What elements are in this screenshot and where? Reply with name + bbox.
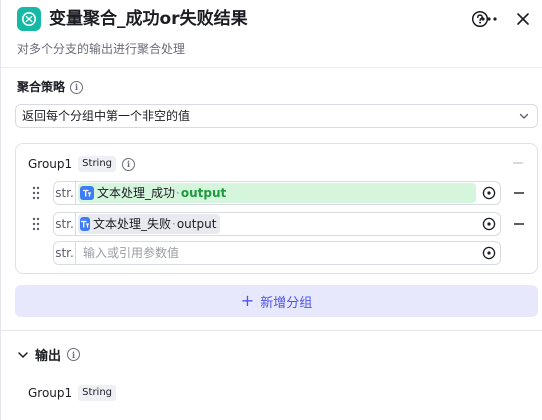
variable-reference-icon[interactable] — [482, 246, 496, 260]
remove-group-icon — [513, 162, 523, 164]
ref-separator: · — [176, 186, 180, 200]
node-title[interactable]: 变量聚合_成功or失败结果 — [49, 6, 248, 32]
chevron-down-icon — [519, 113, 529, 119]
variable-merge-icon — [17, 7, 41, 31]
strategy-select[interactable]: 返回每个分组中第一个非空的值 — [15, 104, 538, 128]
strategy-label: 聚合策略 i — [17, 78, 84, 96]
close-icon[interactable] — [512, 8, 534, 30]
chevron-down-icon[interactable] — [17, 349, 29, 361]
variable-input[interactable]: str. 输入或引用参数值 — [53, 241, 501, 265]
node-description[interactable]: 对多个分支的输出进行聚合处理 — [17, 40, 185, 58]
variable-reference-icon[interactable] — [482, 186, 496, 200]
output-label: 输出 — [35, 349, 62, 364]
group-name[interactable]: Group1 — [28, 157, 72, 171]
type-tag: str. — [54, 182, 76, 204]
section-divider — [1, 330, 542, 331]
more-dots[interactable] — [478, 8, 500, 30]
node-config-panel: 变量聚合_成功or失败结果 对多个分支的输出进行聚合处理 聚合策略 i 返回每个… — [0, 0, 542, 420]
ref-variable-name: output — [176, 217, 217, 231]
variable-input[interactable]: str. 文本处理_失败 · output — [53, 212, 501, 236]
variable-row: str. 文本处理_成功 · output — [28, 181, 527, 205]
panel-header: 变量聚合_成功or失败结果 对多个分支的输出进行聚合处理 — [1, 0, 542, 68]
type-tag: str. — [54, 242, 76, 264]
variable-row: str. 文本处理_失败 · output — [28, 212, 527, 236]
output-section-header[interactable]: 输出 i — [17, 345, 81, 364]
add-group-button[interactable]: + 新增分组 — [15, 285, 538, 317]
type-badge: String — [78, 385, 117, 401]
variable-input-placeholder: 输入或引用参数值 — [83, 246, 180, 260]
type-badge: String — [78, 156, 117, 172]
output-item: Group1 String — [28, 385, 117, 401]
ref-variable-name: output — [180, 186, 227, 200]
plus-icon: + — [240, 291, 255, 310]
text-process-icon — [80, 186, 94, 200]
strategy-selected-value: 返回每个分组中第一个非空的值 — [22, 109, 191, 123]
strategy-label-text: 聚合策略 — [17, 80, 66, 94]
ref-separator: · — [172, 217, 176, 231]
text-process-icon — [80, 217, 90, 231]
info-icon[interactable]: i — [70, 80, 84, 94]
ref-node-name: 文本处理_成功 — [97, 186, 176, 200]
info-icon[interactable]: i — [122, 157, 136, 171]
variable-input[interactable]: str. 文本处理_成功 · output — [53, 181, 501, 205]
drag-handle-icon[interactable] — [32, 186, 40, 200]
add-group-label: 新增分组 — [260, 295, 313, 311]
remove-row-icon[interactable] — [512, 217, 526, 231]
ref-node-name: 文本处理_失败 — [93, 217, 172, 231]
info-icon[interactable]: i — [67, 348, 81, 361]
group-card: Group1 String i str. 文本处理_成功 · output st… — [15, 143, 538, 274]
reference-pill[interactable]: 文本处理_成功 · output — [78, 183, 476, 203]
drag-handle-icon[interactable] — [32, 217, 40, 231]
reference-pill[interactable]: 文本处理_失败 · output — [78, 214, 220, 234]
output-name: Group1 — [28, 386, 73, 400]
remove-row-icon[interactable] — [512, 186, 526, 200]
variable-reference-icon[interactable] — [482, 217, 496, 231]
type-tag: str. — [54, 213, 76, 235]
group-header: Group1 String i — [28, 156, 136, 172]
variable-row-empty: str. 输入或引用参数值 — [28, 241, 527, 265]
